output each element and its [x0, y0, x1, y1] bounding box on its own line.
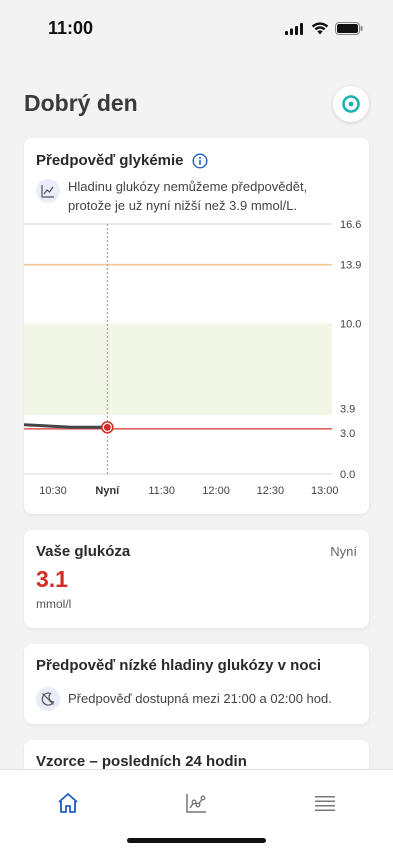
y-tick-label: 0.0	[340, 469, 355, 481]
nav-home[interactable]	[55, 790, 81, 816]
glucose-forecast-card[interactable]: Předpověď glykémie Hladinu glukózy nemůž…	[24, 138, 369, 514]
nav-reports[interactable]	[183, 790, 209, 816]
night-message-text: Předpověď dostupná mezi 21:00 a 02:00 ho…	[68, 690, 332, 706]
signal-icon	[285, 22, 303, 35]
home-indicator[interactable]	[127, 838, 266, 843]
x-tick-label: 12:00	[202, 485, 230, 497]
x-tick-label: 12:30	[257, 485, 285, 497]
y-tick-label: 3.9	[340, 403, 355, 415]
glucose-time: Nyní	[330, 544, 357, 559]
sensor-status-button[interactable]	[333, 86, 369, 122]
wifi-icon	[311, 22, 329, 35]
x-tick-label: Nyní	[95, 485, 120, 497]
glucose-line	[24, 423, 109, 429]
status-icons	[285, 22, 363, 35]
menu-icon	[315, 796, 335, 811]
y-tick-label: 3.0	[340, 428, 355, 440]
night-title: Předpověď nízké hladiny glukózy v noci	[36, 657, 322, 674]
y-tick-label: 13.9	[340, 260, 361, 272]
chart-icon	[186, 794, 206, 813]
nav-menu[interactable]	[312, 790, 338, 816]
battery-icon	[335, 22, 363, 35]
y-tick-label: 10.0	[340, 318, 361, 330]
glucose-forecast-chart: 16.6 13.9 10.0 3.9 3.0 0.0 10:30 Nyní 11:30 12:00…	[24, 219, 361, 497]
status-bar: 11:00	[0, 0, 393, 60]
patterns-title: Vzorce – posledních 24 hodin	[36, 753, 247, 770]
target-range-band	[24, 323, 332, 416]
current-glucose-point	[103, 423, 111, 431]
current-glucose-card[interactable]: Vaše glukóza Nyní 3.1 mmol/l	[24, 530, 369, 628]
night-low-forecast-card[interactable]: Předpověď nízké hladiny glukózy v noci P…	[24, 644, 369, 724]
y-tick-label: 16.6	[340, 219, 361, 231]
page-title: Dobrý den	[24, 90, 138, 116]
glucose-unit: mmol/l	[36, 597, 72, 611]
moon-off-icon	[36, 687, 60, 711]
night-message: Předpověď dostupná mezi 21:00 a 02:00 ho…	[36, 685, 332, 711]
x-tick-label: 11:30	[148, 485, 175, 497]
glucose-title: Vaše glukóza	[36, 543, 131, 560]
glucose-value: 3.1	[36, 566, 68, 592]
x-tick-label: 13:00	[311, 485, 339, 497]
status-time: 11:00	[48, 18, 94, 38]
home-icon	[58, 793, 78, 813]
x-tick-label: 10:30	[39, 485, 67, 497]
sensor-icon	[342, 95, 360, 113]
